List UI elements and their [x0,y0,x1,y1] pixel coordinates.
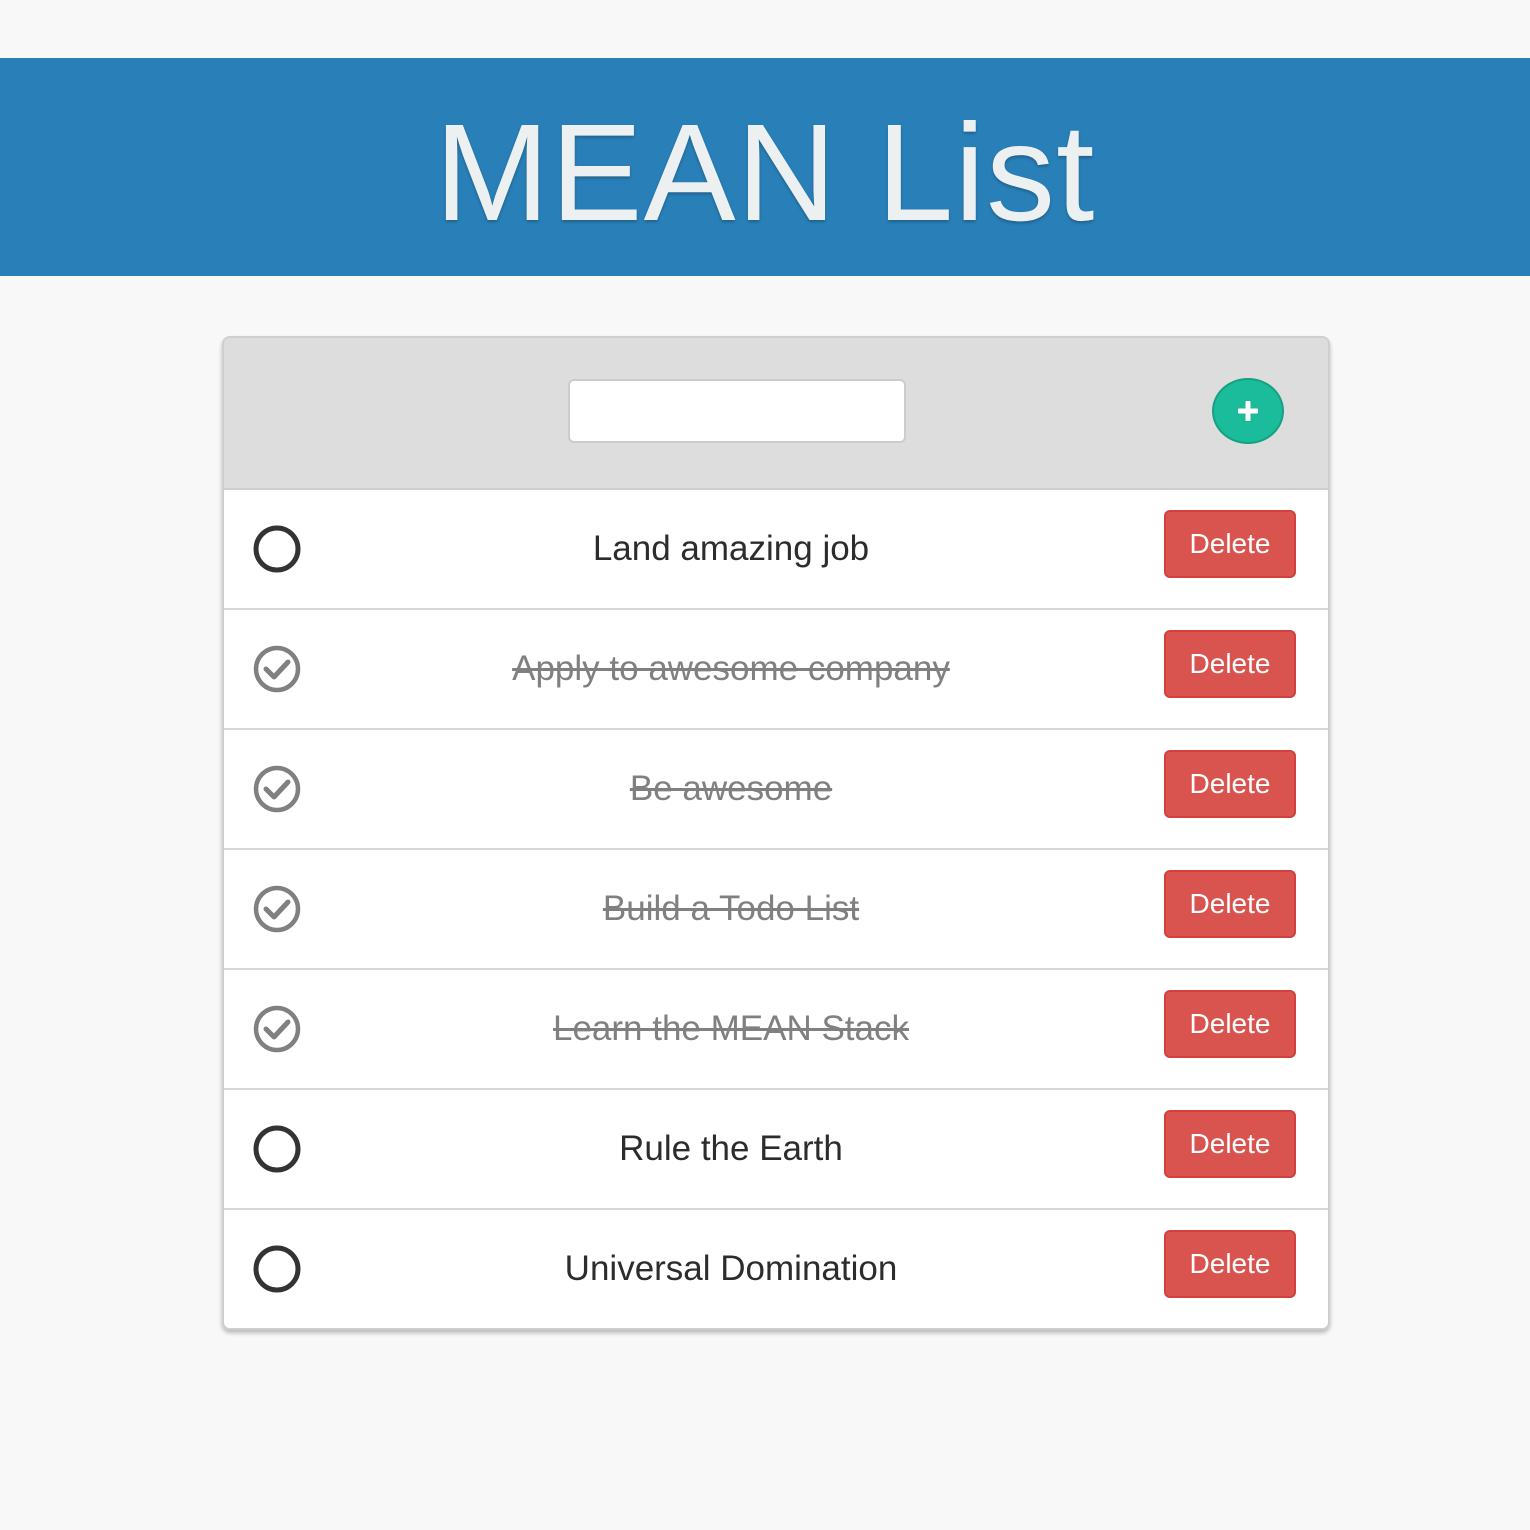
check-circle-icon[interactable] [252,1004,302,1054]
new-todo-bar [224,338,1328,490]
check-circle-icon[interactable] [252,764,302,814]
delete-button[interactable]: Delete [1164,510,1296,578]
todo-text: Universal Domination [564,1249,898,1288]
todo-text: Learn the MEAN Stack [553,1009,909,1048]
check-circle-icon[interactable] [252,644,302,694]
todo-row: Be awesome Delete [224,730,1328,850]
app-header: MEAN List [0,58,1530,276]
page-title: MEAN List [434,96,1096,250]
delete-button[interactable]: Delete [1164,1110,1296,1178]
plus-icon [1236,399,1260,423]
todo-text: Rule the Earth [619,1129,843,1168]
todo-row: Land amazing job Delete [224,490,1328,610]
delete-button[interactable]: Delete [1164,750,1296,818]
delete-button[interactable]: Delete [1164,1230,1296,1298]
todo-text: Be awesome [629,769,833,808]
todo-text: Apply to awesome company [512,649,950,688]
delete-button[interactable]: Delete [1164,630,1296,698]
delete-button[interactable]: Delete [1164,870,1296,938]
new-todo-input[interactable] [568,379,906,443]
add-todo-button[interactable] [1212,378,1284,444]
todo-row: Build a Todo List Delete [224,850,1328,970]
todo-row: Apply to awesome company Delete [224,610,1328,730]
check-circle-icon[interactable] [252,884,302,934]
todo-text: Build a Todo List [602,889,860,928]
circle-icon[interactable] [252,1124,302,1174]
circle-icon[interactable] [252,1244,302,1294]
circle-icon[interactable] [252,524,302,574]
delete-button[interactable]: Delete [1164,990,1296,1058]
todo-panel: Land amazing job Delete Apply to awesome… [222,336,1330,1330]
todo-row: Universal Domination Delete [224,1210,1328,1328]
todo-row: Learn the MEAN Stack Delete [224,970,1328,1090]
todo-text: Land amazing job [592,529,870,568]
todo-row: Rule the Earth Delete [224,1090,1328,1210]
